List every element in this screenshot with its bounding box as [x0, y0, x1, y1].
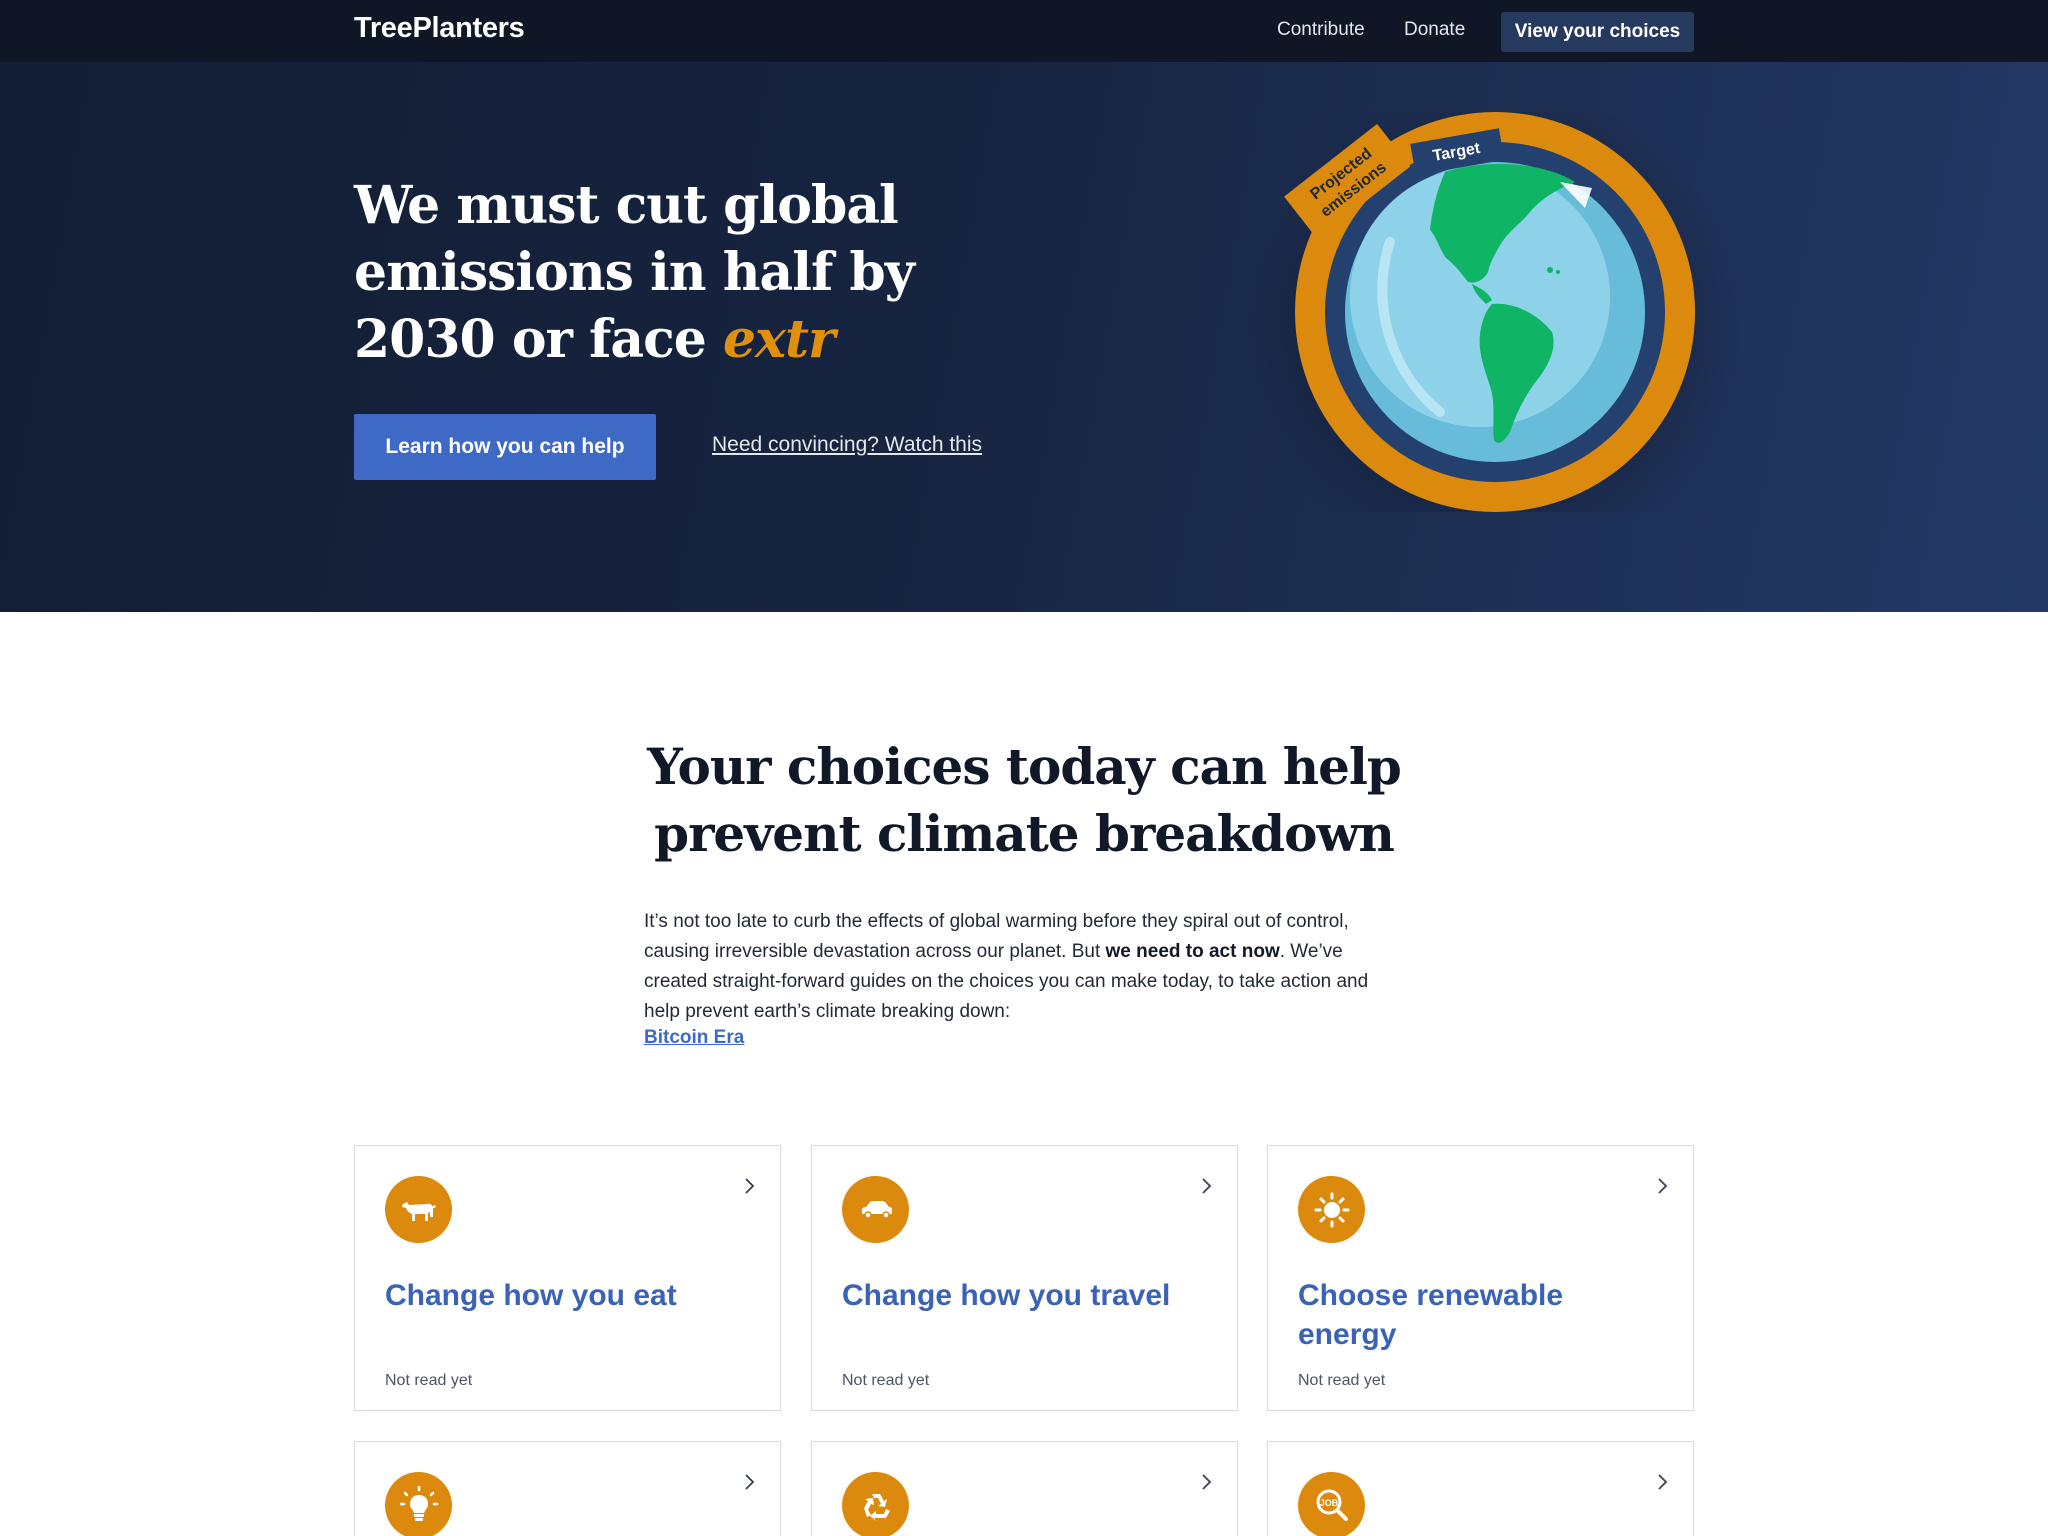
chevron-right-icon: [1658, 1178, 1668, 1194]
learn-how-button[interactable]: Learn how you can help: [354, 414, 656, 480]
card-status: Not read yet: [842, 1372, 930, 1389]
lightbulb-icon: [385, 1472, 452, 1536]
emissions-globe-diagram: Projected emissions Target: [1240, 82, 1745, 582]
card-status: Not read yet: [1298, 1372, 1386, 1389]
brand-logo[interactable]: TreePlanters: [354, 12, 525, 45]
intro-text-bold: we need to act now: [1105, 941, 1280, 962]
card-status: Not read yet: [385, 1372, 473, 1389]
section-title: Your choices today can help prevent clim…: [647, 737, 1402, 863]
watch-video-link[interactable]: Need convincing? Watch this: [712, 433, 982, 457]
chevron-right-icon: [1202, 1178, 1212, 1194]
card-change-how-you-eat[interactable]: Change how you eat Not read yet: [354, 1145, 781, 1411]
chevron-right-icon: [1658, 1474, 1668, 1490]
chevron-right-icon: [745, 1474, 755, 1490]
view-choices-button[interactable]: View your choices: [1501, 12, 1694, 52]
chevron-right-icon: [745, 1178, 755, 1194]
hero-title-accent: extr: [722, 309, 836, 370]
card-lightbulb[interactable]: [354, 1441, 781, 1536]
hero-section: We must cut global emissions in half by …: [0, 62, 2048, 612]
card-title: Change how you eat: [385, 1279, 677, 1312]
job-search-icon: JOB: [1298, 1472, 1365, 1536]
bitcoin-era-link[interactable]: Bitcoin Era: [644, 1027, 744, 1049]
cow-icon: [385, 1176, 452, 1243]
recycle-icon: [842, 1472, 909, 1536]
svg-text:JOB: JOB: [1319, 1498, 1338, 1508]
card-choose-renewable-energy[interactable]: Choose renewable energy Not read yet: [1267, 1145, 1694, 1411]
intro-paragraph: It’s not too late to curb the effects of…: [644, 907, 1404, 1027]
nav-contribute-link[interactable]: Contribute: [1277, 19, 1365, 41]
card-recycle[interactable]: [811, 1441, 1238, 1536]
card-change-how-you-travel[interactable]: Change how you travel Not read yet: [811, 1145, 1238, 1411]
top-nav: TreePlanters Contribute Donate View your…: [0, 0, 2048, 62]
hero-title: We must cut global emissions in half by …: [354, 172, 1034, 373]
nav-donate-link[interactable]: Donate: [1404, 19, 1465, 41]
chevron-right-icon: [1202, 1474, 1212, 1490]
sun-icon: [1298, 1176, 1365, 1243]
card-title: Choose renewable energy: [1298, 1279, 1564, 1351]
card-title: Change how you travel: [842, 1279, 1171, 1312]
car-icon: [842, 1176, 909, 1243]
card-job-search[interactable]: JOB: [1267, 1441, 1694, 1536]
